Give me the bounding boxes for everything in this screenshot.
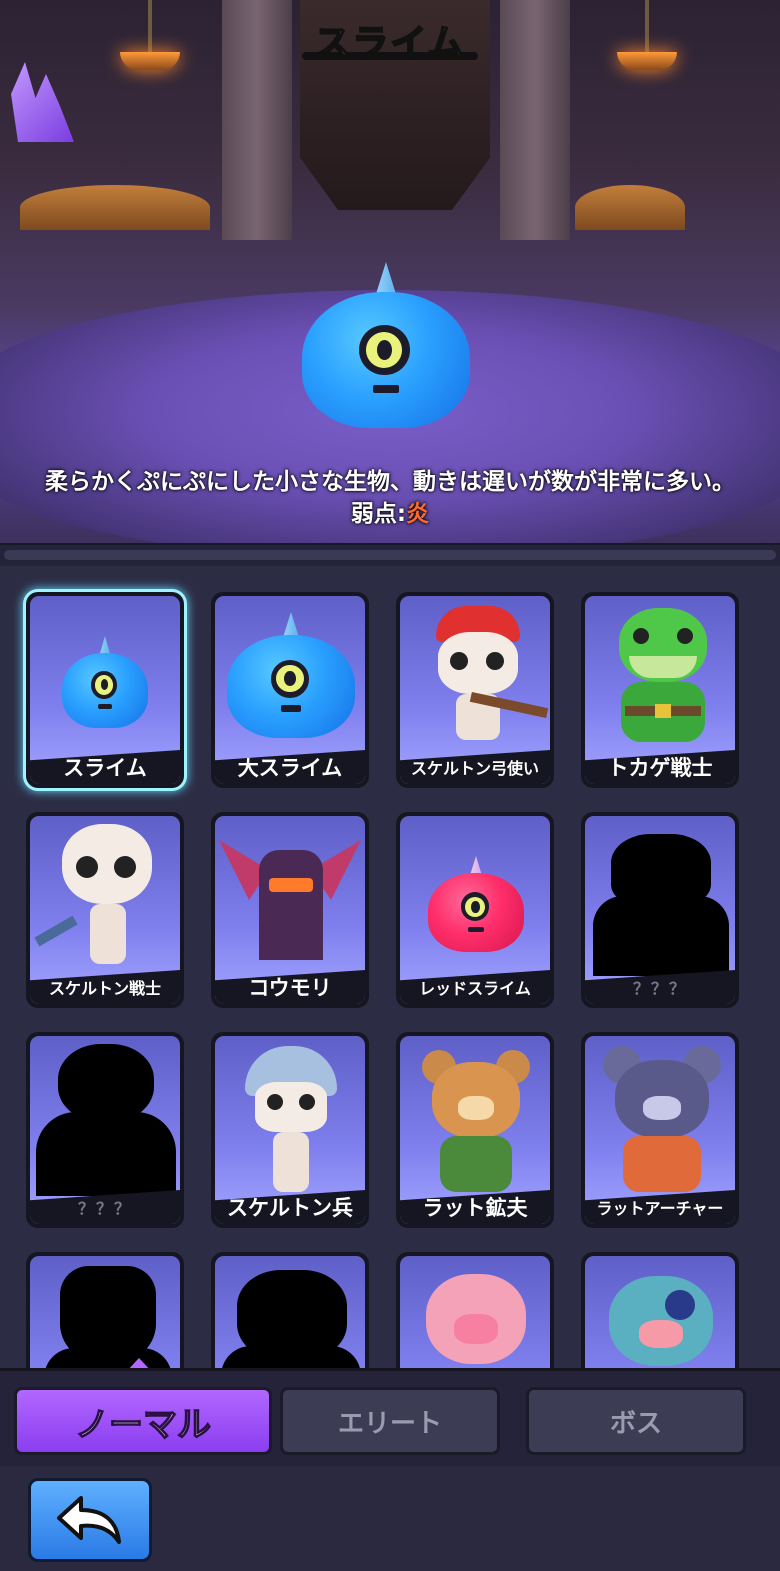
pillar-right	[500, 0, 570, 240]
monster-card-boar[interactable]	[581, 1252, 739, 1368]
hanging-lamp-left	[115, 0, 185, 95]
slime-preview-model	[302, 262, 470, 428]
monster-weakness: 弱点:炎	[0, 494, 780, 528]
monster-card-slime[interactable]: スライム	[26, 592, 184, 788]
monster-card-big-slime[interactable]: 大スライム	[211, 592, 369, 788]
monster-card-locked[interactable]	[26, 1252, 184, 1368]
sand-pile-right	[575, 185, 685, 230]
monster-card-skeleton-warrior[interactable]: スケルトン戦士	[26, 812, 184, 1008]
pillar-left	[222, 0, 292, 240]
monster-card-rat-miner[interactable]: ラット鉱夫	[396, 1032, 554, 1228]
back-arrow-icon	[57, 1496, 121, 1544]
monster-description: 柔らかくぷにぷにした小さな生物、動きは遅いが数が非常に多い。	[45, 469, 735, 495]
sand-pile-left	[20, 185, 210, 230]
crystal-decoration	[11, 62, 74, 142]
category-tabs: ノーマル エリート ボス	[0, 1368, 780, 1469]
monster-card-red-slime[interactable]: レッドスライム	[396, 812, 554, 1008]
bottom-bar	[0, 1466, 780, 1571]
monster-card-rat-archer[interactable]: ラットアーチャー	[581, 1032, 739, 1228]
monster-grid[interactable]: スライム 大スライム スケルトン弓使い トカゲ戦士 スケルトン戦士 コウモリ レ…	[0, 566, 780, 1368]
monster-card-skeleton-soldier[interactable]: スケルトン兵	[211, 1032, 369, 1228]
monster-card-pig[interactable]	[396, 1252, 554, 1368]
back-button[interactable]	[28, 1478, 152, 1562]
monster-title: スライム	[302, 14, 478, 65]
tab-elite[interactable]: エリート	[280, 1387, 500, 1455]
monster-showcase: スライム 柔らかくぷにぷにした小さな生物、動きは遅いが数が非常に多い。 弱点:炎	[0, 0, 780, 560]
monster-card-lizard-warrior[interactable]: トカゲ戦士	[581, 592, 739, 788]
monster-card-locked[interactable]: ？？？	[581, 812, 739, 1008]
monster-card-skeleton-archer[interactable]: スケルトン弓使い	[396, 592, 554, 788]
weakness-value: 炎	[406, 501, 430, 527]
hanging-lamp-right	[612, 0, 682, 95]
monster-title-text: スライム	[313, 22, 466, 65]
scroll-divider	[0, 543, 780, 567]
monster-card-locked[interactable]	[211, 1252, 369, 1368]
tab-normal[interactable]: ノーマル	[14, 1387, 272, 1455]
weakness-label: 弱点:	[350, 501, 407, 527]
tab-boss[interactable]: ボス	[526, 1387, 746, 1455]
monster-card-locked[interactable]: ？？？	[26, 1032, 184, 1228]
monster-card-bat[interactable]: コウモリ	[211, 812, 369, 1008]
